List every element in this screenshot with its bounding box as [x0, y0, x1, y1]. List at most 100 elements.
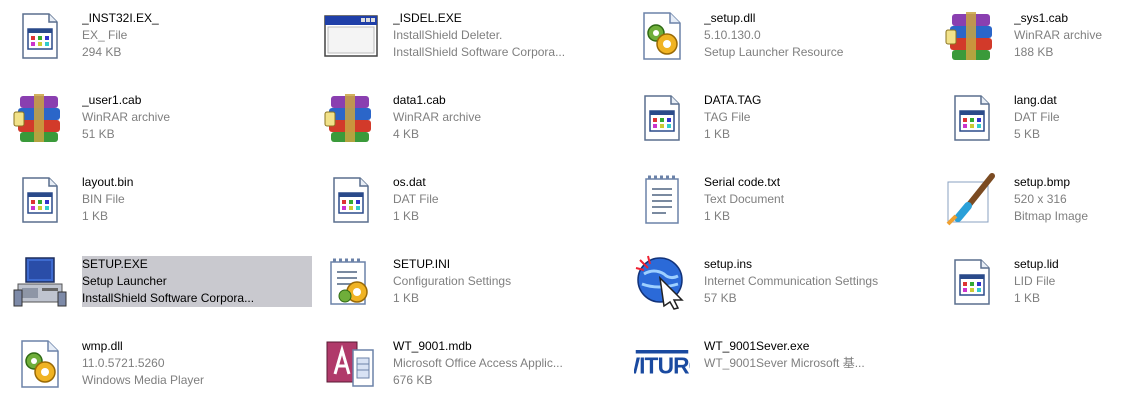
file-type: BIN File: [82, 192, 125, 206]
window-app-icon: [323, 8, 379, 64]
text-document-icon: [634, 172, 690, 228]
file-item-text: _ISDEL.EXE InstallShield Deleter. InstallS…: [393, 10, 623, 61]
file-type: WinRAR archive: [82, 110, 171, 124]
file-name: WT_9001Sever.exe: [704, 339, 810, 353]
winrar-archive-icon: [944, 8, 1000, 64]
file-item[interactable]: DATA.TAG TAG File 1 KB: [628, 84, 934, 152]
file-item[interactable]: WITURG WT_9001Sever.exe WT_9001Sever Micro…: [628, 330, 934, 398]
file-type: Internet Communication Settings: [704, 274, 879, 288]
file-item[interactable]: WT_9001.mdb Microsoft Office Access Appli…: [317, 330, 623, 398]
file-item-text: _user1.cab WinRAR archive 51 KB: [82, 92, 312, 143]
file-detail: 1 KB: [704, 127, 731, 141]
file-item-text: WT_9001.mdb Microsoft Office Access Appli…: [393, 338, 623, 389]
file-name: setup.ins: [704, 257, 753, 271]
file-item-text: wmp.dll 11.0.5721.5260 Windows Media Playe…: [82, 338, 312, 389]
file-item[interactable]: _user1.cab WinRAR archive 51 KB: [6, 84, 312, 152]
file-name: WT_9001.mdb: [393, 339, 472, 353]
file-detail: 676 KB: [393, 373, 433, 387]
file-type: WT_9001Sever Microsoft 基...: [704, 356, 865, 370]
file-name: _setup.dll: [704, 11, 756, 25]
file-name: SETUP.INI: [393, 257, 451, 271]
file-name: wmp.dll: [82, 339, 123, 353]
file-type: 5.10.130.0: [704, 28, 761, 42]
file-detail: 1 KB: [393, 209, 420, 223]
file-name: lang.dat: [1014, 93, 1057, 107]
file-type: Configuration Settings: [393, 274, 512, 288]
generic-file-icon: [12, 172, 68, 228]
file-type: LID File: [1014, 274, 1056, 288]
file-detail: InstallShield Software Corpora...: [393, 45, 566, 59]
file-item[interactable]: setup.lid LID File 1 KB: [938, 248, 1127, 316]
file-item[interactable]: setup.ins Internet Communication Settings…: [628, 248, 934, 316]
file-list-tiles-view: _INST32I.EX_ EX_ File 294 KB _ISDEL.EXE Inst…: [0, 0, 1127, 392]
file-name: Serial code.txt: [704, 175, 781, 189]
file-detail: 1 KB: [1014, 291, 1041, 305]
file-detail: 188 KB: [1014, 45, 1054, 59]
file-item[interactable]: SETUP.EXE Setup Launcher InstallShield Sof…: [6, 248, 312, 316]
file-type: DAT File: [393, 192, 439, 206]
file-item[interactable]: _INST32I.EX_ EX_ File 294 KB: [6, 2, 312, 70]
file-name: setup.lid: [1014, 257, 1059, 271]
dll-gears-icon: [634, 8, 690, 64]
file-name: _user1.cab: [82, 93, 142, 107]
file-item[interactable]: layout.bin BIN File 1 KB: [6, 166, 312, 234]
file-name: os.dat: [393, 175, 426, 189]
file-item-text: SETUP.INI Configuration Settings 1 KB: [393, 256, 623, 307]
file-item[interactable]: data1.cab WinRAR archive 4 KB: [317, 84, 623, 152]
file-item-text: _sys1.cab WinRAR archive 188 KB: [1014, 10, 1127, 61]
file-detail: Bitmap Image: [1014, 209, 1089, 223]
paint-brush-icon: [944, 172, 1000, 228]
file-item[interactable]: lang.dat DAT File 5 KB: [938, 84, 1127, 152]
file-detail: 1 KB: [82, 209, 109, 223]
file-item[interactable]: _setup.dll 5.10.130.0 Setup Launcher Resou…: [628, 2, 934, 70]
file-item-text: setup.bmp 520 x 316 Bitmap Image: [1014, 174, 1127, 225]
generic-file-icon: [944, 254, 1000, 310]
file-name: layout.bin: [82, 175, 134, 189]
file-item-text: SETUP.EXE Setup Launcher InstallShield Sof…: [82, 256, 312, 307]
generic-file-icon: [944, 90, 1000, 146]
file-name: _INST32I.EX_: [82, 11, 159, 25]
generic-file-icon: [323, 172, 379, 228]
file-item[interactable]: _ISDEL.EXE InstallShield Deleter. InstallS…: [317, 2, 623, 70]
winrar-archive-icon: [12, 90, 68, 146]
file-item-text: layout.bin BIN File 1 KB: [82, 174, 312, 225]
file-detail: 1 KB: [393, 291, 420, 305]
file-item-text: DATA.TAG TAG File 1 KB: [704, 92, 934, 143]
globe-cursor-icon: [634, 254, 690, 310]
file-type: 520 x 316: [1014, 192, 1067, 206]
file-detail: Windows Media Player: [82, 373, 205, 387]
file-item[interactable]: _sys1.cab WinRAR archive 188 KB: [938, 2, 1127, 70]
file-item[interactable]: SETUP.INI Configuration Settings 1 KB: [317, 248, 623, 316]
file-detail: 51 KB: [82, 127, 115, 141]
file-type: WinRAR archive: [1014, 28, 1103, 42]
file-type: 11.0.5721.5260: [82, 356, 165, 370]
config-settings-icon: [323, 254, 379, 310]
file-detail: 5 KB: [1014, 127, 1041, 141]
file-type: Text Document: [704, 192, 785, 206]
file-item-text: _INST32I.EX_ EX_ File 294 KB: [82, 10, 312, 61]
file-item[interactable]: os.dat DAT File 1 KB: [317, 166, 623, 234]
dll-gears-icon: [12, 336, 68, 392]
file-item-text: data1.cab WinRAR archive 4 KB: [393, 92, 623, 143]
file-detail: InstallShield Software Corpora...: [82, 291, 255, 305]
file-detail: Setup Launcher Resource: [704, 45, 844, 59]
file-type: WinRAR archive: [393, 110, 482, 124]
file-detail: 294 KB: [82, 45, 122, 59]
file-type: DAT File: [1014, 110, 1060, 124]
file-name: SETUP.EXE: [82, 257, 148, 271]
file-item[interactable]: Serial code.txt Text Document 1 KB: [628, 166, 934, 234]
file-name: DATA.TAG: [704, 93, 762, 107]
generic-file-icon: [634, 90, 690, 146]
witurg-logo-icon: WITURG: [634, 336, 690, 392]
file-item-text: setup.lid LID File 1 KB: [1014, 256, 1127, 307]
file-item[interactable]: setup.bmp 520 x 316 Bitmap Image: [938, 166, 1127, 234]
computer-setup-icon: [12, 254, 68, 310]
file-type: TAG File: [704, 110, 751, 124]
file-item[interactable]: wmp.dll 11.0.5721.5260 Windows Media Playe…: [6, 330, 312, 398]
file-type: Microsoft Office Access Applic...: [393, 356, 563, 370]
file-item-text: setup.ins Internet Communication Settings…: [704, 256, 934, 307]
file-item-text: Serial code.txt Text Document 1 KB: [704, 174, 934, 225]
file-item-text: _setup.dll 5.10.130.0 Setup Launcher Resou…: [704, 10, 934, 61]
file-item-text: lang.dat DAT File 5 KB: [1014, 92, 1127, 143]
file-detail: 57 KB: [704, 291, 737, 305]
